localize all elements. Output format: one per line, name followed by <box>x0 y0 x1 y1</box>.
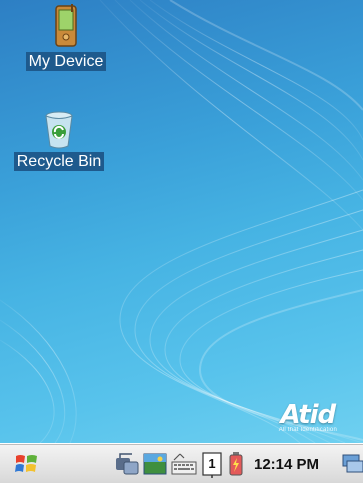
input-panel-value: 1 <box>208 456 216 471</box>
desktop-icon-recycle-bin[interactable]: Recycle Bin <box>9 110 109 171</box>
keyboard-icon[interactable] <box>170 450 198 483</box>
connectivity-icon[interactable] <box>114 450 140 483</box>
brand-logo: Atid All that Identification <box>279 402 337 433</box>
desktop: My Device Recycle Bin Atid All that Iden… <box>0 0 363 443</box>
wallpaper-app-icon[interactable] <box>142 450 168 483</box>
recycle-bin-icon <box>45 111 73 149</box>
windows-flag-icon <box>15 455 37 472</box>
desktop-icon-my-device[interactable]: My Device <box>16 4 116 71</box>
pda-device-icon <box>55 4 77 47</box>
brand-tagline: All that Identification <box>278 427 337 433</box>
brand-logo-text: Atid <box>280 400 337 430</box>
show-desktop-icon <box>342 454 363 473</box>
taskbar: 1 12:14 PM <box>0 443 363 483</box>
input-panel-icon[interactable]: 1 <box>202 452 222 483</box>
start-button[interactable] <box>14 452 40 476</box>
desktop-icon-label: My Device <box>25 52 107 71</box>
battery-icon[interactable] <box>226 450 246 483</box>
desktop-icon-label: Recycle Bin <box>13 152 105 171</box>
clock[interactable]: 12:14 PM <box>254 456 319 473</box>
show-desktop-button[interactable] <box>341 452 363 476</box>
